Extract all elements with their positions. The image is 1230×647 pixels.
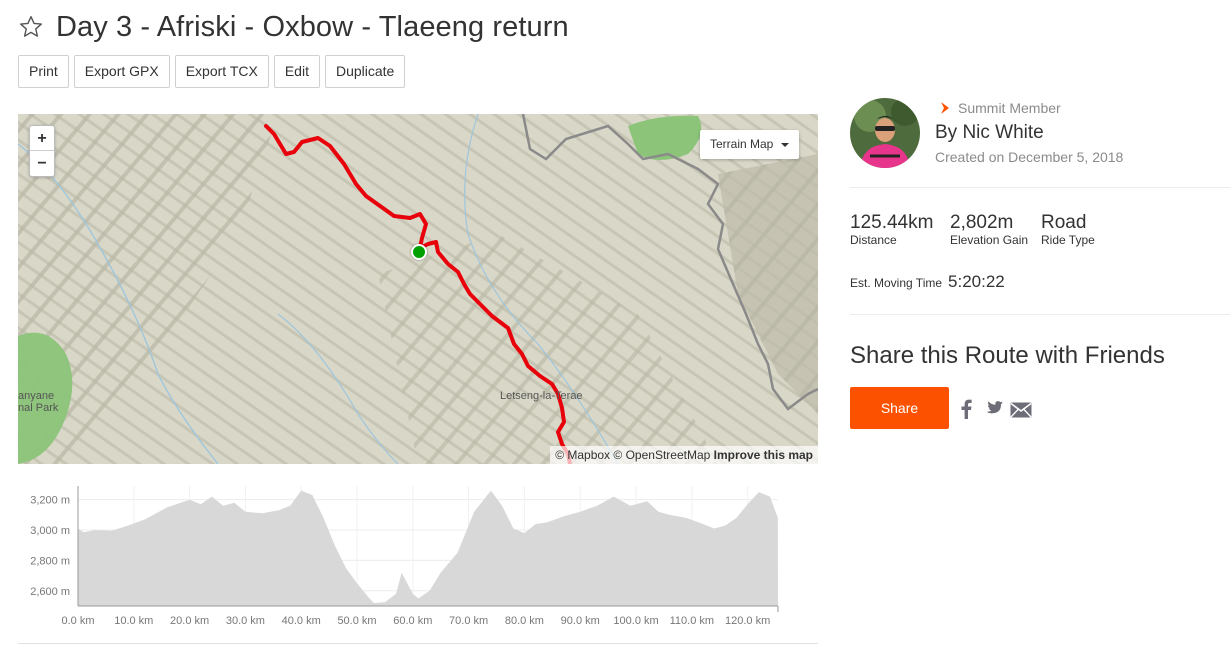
est-moving-time-value: 5:20:22 [948,272,1005,291]
elevation-x-tick: 70.0 km [449,615,488,627]
action-toolbar: Print Export GPX Export TCX Edit Duplica… [18,55,406,88]
stat-elevation: 2,802m Elevation Gain [950,212,1029,248]
elevation-x-tick: 10.0 km [114,615,153,627]
est-moving-time-label: Est. Moving Time [850,276,943,290]
divider-top [850,187,1230,188]
elevation-y-tick: 3,200 m [30,495,70,507]
map-style-label: Terrain Map [710,137,774,151]
share-heading: Share this Route with Friends [850,342,1165,369]
elevation-x-tick: 90.0 km [561,615,600,627]
zoom-control: + − [29,125,55,177]
duplicate-button[interactable]: Duplicate [324,55,406,88]
route-map[interactable]: + − Terrain Map Letseng-la-Terae anyane … [18,114,818,464]
elevation-x-tick: 60.0 km [393,615,432,627]
stat-ride-type-value: Road [1041,212,1087,233]
twitter-icon[interactable] [983,400,1003,418]
elevation-x-tick: 30.0 km [226,615,265,627]
elevation-x-tick: 80.0 km [505,615,544,627]
elevation-divider [18,643,818,644]
start-marker[interactable] [411,244,427,260]
print-button[interactable]: Print [18,55,69,88]
elevation-y-tick: 3,000 m [30,525,70,537]
membership-label: Summit Member [958,100,1061,116]
map-attribution: © Mapbox © OpenStreetMap Improve this ma… [550,446,818,464]
elevation-x-tick: 40.0 km [282,615,321,627]
stat-distance-label: Distance [850,233,897,247]
share-button[interactable]: Share [850,387,949,429]
place-label-park-line1: anyane [18,390,55,402]
elevation-y-tick: 2,800 m [30,555,70,567]
terrain-layer [18,114,818,464]
export-tcx-button[interactable]: Export TCX [174,55,269,88]
place-label-park-line2: nal Park [18,402,59,414]
title-row: Day 3 - Afriski - Oxbow - Tlaeeng return [18,8,569,46]
elevation-x-tick: 20.0 km [170,615,209,627]
elevation-y-tick: 2,600 m [30,586,70,598]
stat-elevation-label: Elevation Gain [950,233,1029,247]
stat-ride-type: Road Ride Type [1041,212,1095,248]
elevation-x-tick: 0.0 km [61,615,94,627]
est-moving-time: Est. Moving Time 5:20:22 [850,272,1005,292]
attribution-osm-link[interactable]: © OpenStreetMap [613,448,710,462]
divider-bottom [850,314,1230,315]
map-style-dropdown[interactable]: Terrain Map [700,130,800,159]
stat-distance-value: 125.44km [850,212,934,233]
summit-chevron-icon [941,102,949,114]
stat-ride-type-label: Ride Type [1041,233,1095,247]
membership-badge: Summit Member [938,100,1061,116]
email-icon[interactable] [1010,402,1032,418]
elevation-x-tick: 100.0 km [613,615,658,627]
created-date: Created on December 5, 2018 [935,149,1124,165]
page-title: Day 3 - Afriski - Oxbow - Tlaeeng return [56,10,569,43]
facebook-icon[interactable] [959,399,973,419]
place-label-letseng: Letseng-la-Terae [500,390,583,402]
star-outline-icon[interactable] [18,14,44,40]
author-name[interactable]: By Nic White [935,122,1044,144]
elevation-x-tick: 110.0 km [670,615,714,627]
edit-button[interactable]: Edit [273,55,320,88]
zoom-in-button[interactable]: + [30,126,54,151]
stat-distance: 125.44km Distance [850,212,934,248]
elevation-area[interactable] [78,490,778,606]
elevation-x-tick: 50.0 km [337,615,376,627]
elevation-profile-chart[interactable]: 3,200 m 3,000 m 2,800 m 2,600 m 0.0 km 10.0 k… [18,478,818,644]
improve-map-link[interactable]: Improve this map [714,448,813,462]
attribution-mapbox-link[interactable]: © Mapbox [555,448,610,462]
stat-elevation-value: 2,802m [950,212,1014,233]
elevation-x-tick: 120.0 km [725,615,770,627]
export-gpx-button[interactable]: Export GPX [73,55,170,88]
zoom-out-button[interactable]: − [30,151,54,176]
avatar[interactable] [850,98,920,168]
avatar-image [850,98,920,168]
caret-down-icon [781,142,790,147]
